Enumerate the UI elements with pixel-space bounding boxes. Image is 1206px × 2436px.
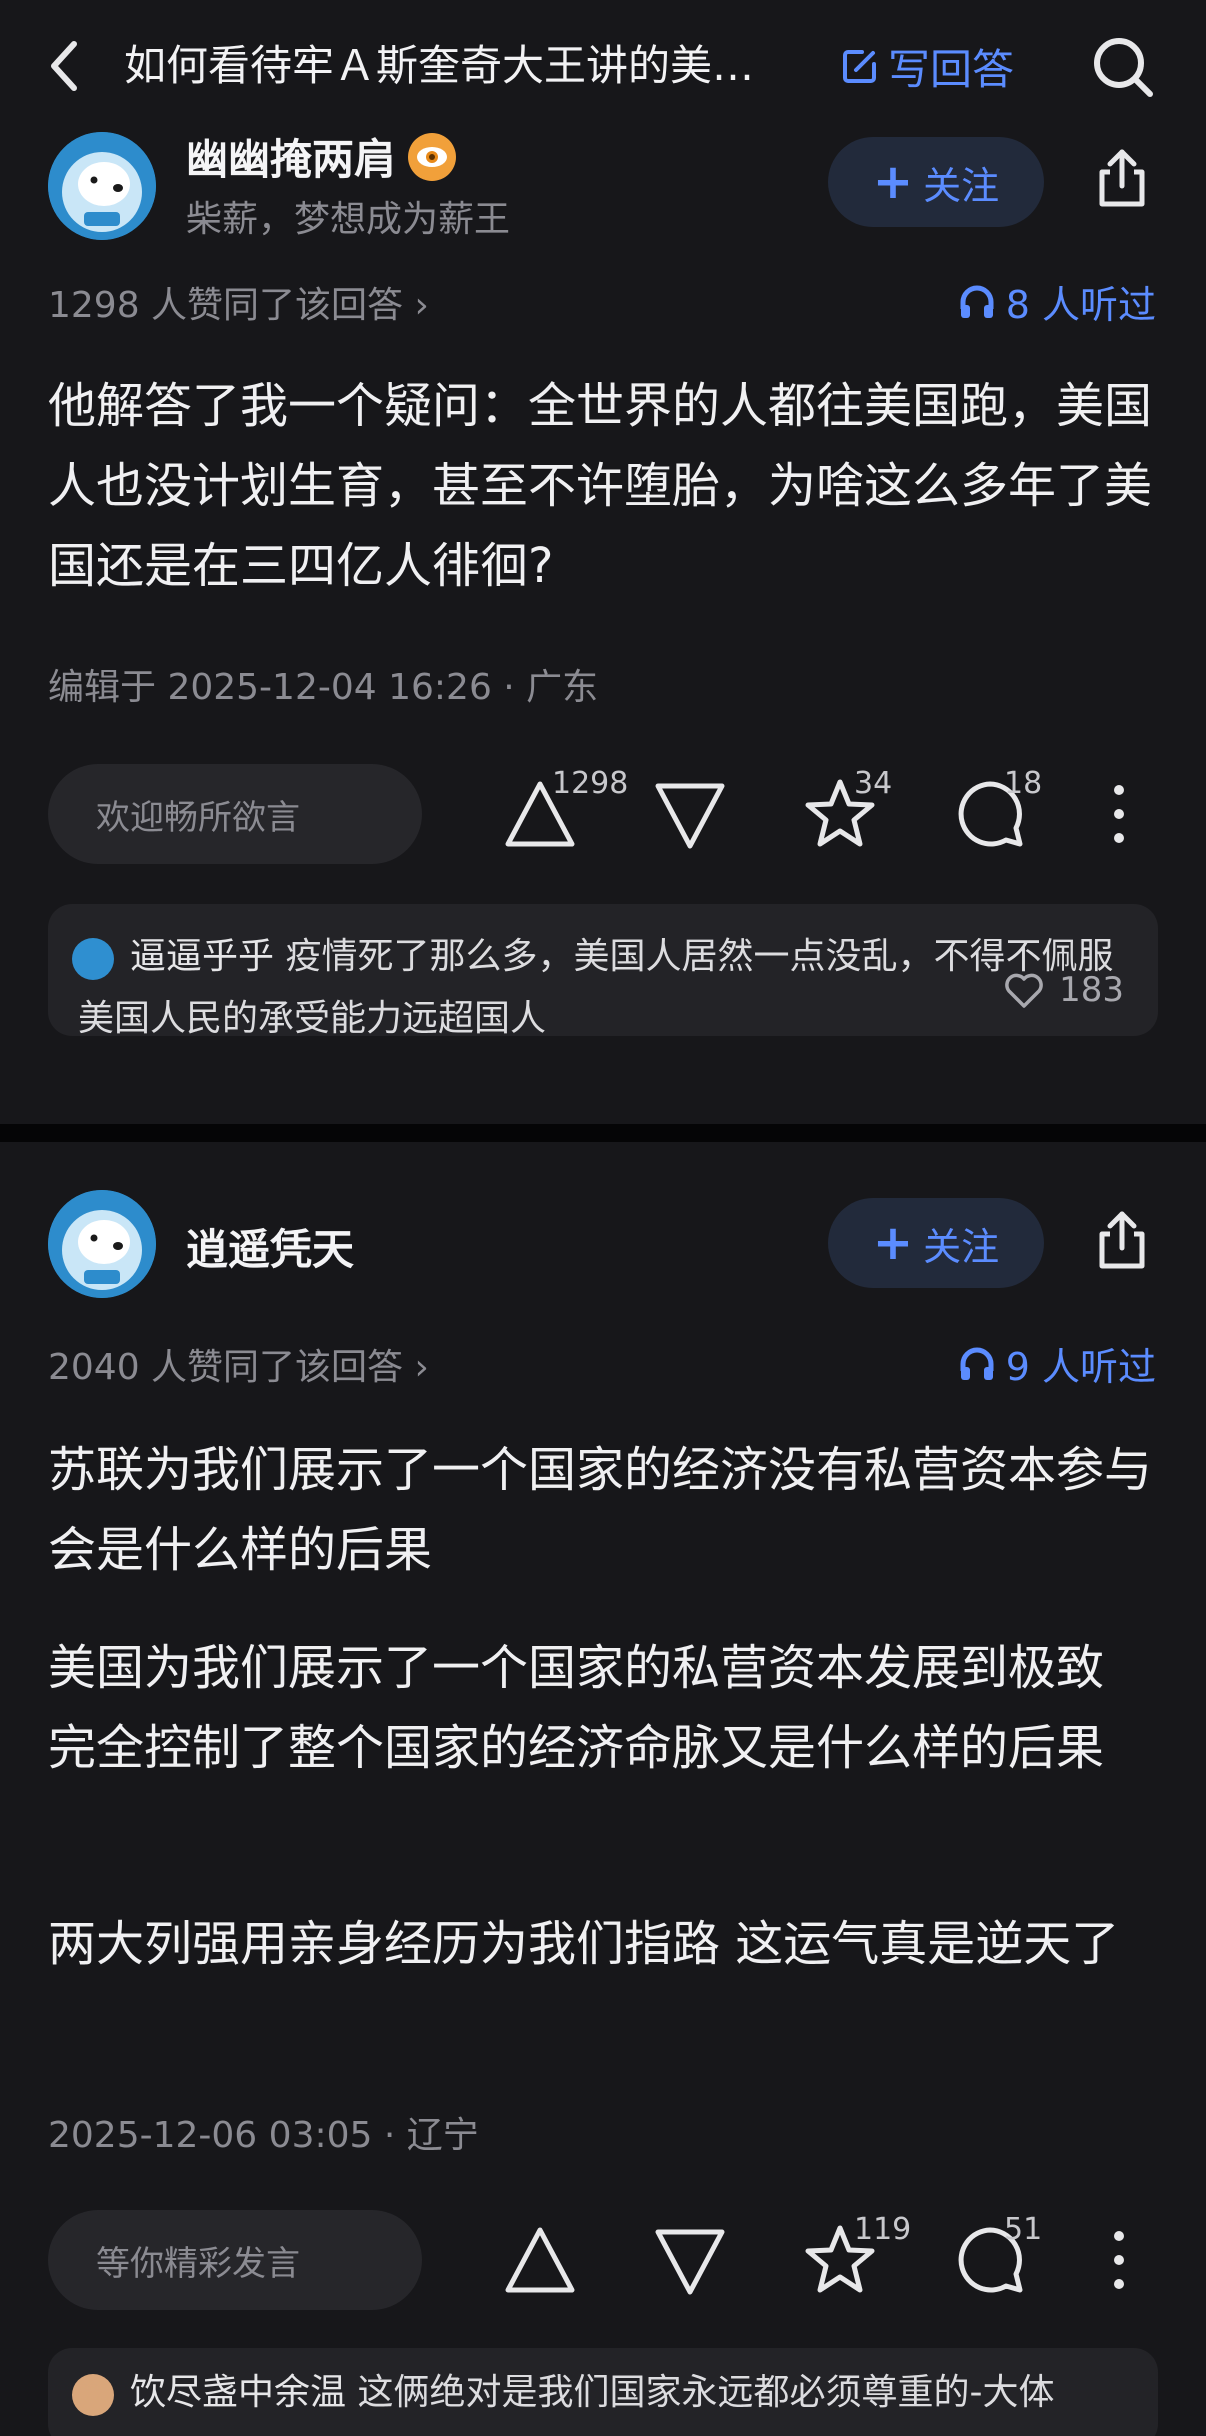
comment-input[interactable]: 等你精彩发言 <box>48 2210 422 2310</box>
headphones-icon <box>960 1347 994 1380</box>
comment-count: 18 <box>1004 766 1043 801</box>
listen-label: 9 人听过 <box>1005 1345 1156 1389</box>
eye-badge-icon <box>408 132 457 181</box>
author-bio: 柴薪，梦想成为薪王 <box>186 199 511 240</box>
answer-paragraph: 苏联为我们展示了一个国家的经济没有私营资本参与会是什么样的后果 <box>48 1442 1153 1578</box>
follow-label: 关注 <box>923 1224 1000 1269</box>
upvote-count: 1298 <box>552 766 629 801</box>
answer-card: 逍遥凭天 + 关注 2040 人赞同了该回答 › 9 人听过 苏联为我们展示了一… <box>0 1142 1206 2436</box>
share-icon[interactable] <box>1090 1208 1154 1272</box>
answer-card: 幽幽掩两肩 柴薪，梦想成为薪王 + 关注 1298 人赞同了该回答 › 8 人听… <box>0 0 1206 1124</box>
listen-count[interactable]: 9 人听过 <box>958 1336 1156 1391</box>
more-vertical-icon[interactable] <box>1104 2220 1134 2300</box>
plus-icon: + <box>872 1215 914 1271</box>
share-icon[interactable] <box>1090 146 1154 210</box>
comment-user: 饮尽盏中余温 <box>130 2372 347 2413</box>
comment-like-count: 183 <box>1059 970 1124 1010</box>
listen-label: 8 人听过 <box>1005 283 1156 327</box>
divider <box>0 1124 1206 1142</box>
comment-user: 逼逼乎乎 <box>130 936 275 977</box>
comment-body: 这俩绝对是我们国家永远都必须尊重的-大体 <box>357 2372 1055 2413</box>
avatar[interactable] <box>48 132 156 240</box>
comment-like[interactable]: 183 <box>1003 970 1124 1010</box>
hot-comment[interactable]: 饮尽盏中余温 这俩绝对是我们国家永远都必须尊重的-大体 <box>48 2348 1158 2436</box>
avatar[interactable] <box>48 1190 156 1298</box>
follow-label: 关注 <box>923 163 1000 208</box>
answer-meta: 2025-12-06 03:05 · 辽宁 <box>48 2115 479 2156</box>
triangle-down-icon[interactable] <box>650 774 730 854</box>
comment-count: 51 <box>1004 2212 1043 2247</box>
headphones-icon <box>960 285 994 318</box>
comment-input[interactable]: 欢迎畅所欲言 <box>48 764 422 864</box>
star-count: 119 <box>854 2212 912 2247</box>
answer-paragraph: 他解答了我一个疑问：全世界的人都往美国跑，美国人也没计划生育，甚至不许堕胎，为啥… <box>48 378 1153 594</box>
author-name[interactable]: 幽幽掩两肩 <box>186 126 457 187</box>
follow-button[interactable]: + 关注 <box>828 137 1044 227</box>
plus-icon: + <box>872 154 914 210</box>
author-name[interactable]: 逍遥凭天 <box>186 1216 354 1277</box>
likes-line[interactable]: 1298 人赞同了该回答 › <box>48 276 429 328</box>
triangle-down-icon[interactable] <box>650 2220 730 2300</box>
likes-line[interactable]: 2040 人赞同了该回答 › <box>48 1338 429 1390</box>
star-count: 34 <box>854 766 893 801</box>
answer-paragraph: 美国为我们展示了一个国家的私营资本发展到极致 完全控制了整个国家的经济命脉又是什… <box>48 1640 1105 1776</box>
triangle-up-icon[interactable] <box>500 2220 580 2300</box>
listen-count[interactable]: 8 人听过 <box>958 274 1156 329</box>
hot-comment-text: 逼逼乎乎 疫情死了那么多，美国人居然一点没乱，不得不佩服美国人民的承受能力远超国… <box>78 926 1138 1050</box>
answer-paragraph: 两大列强用亲身经历为我们指路 这运气真是逆天了 <box>48 1916 1120 1972</box>
heart-icon <box>1005 973 1043 1008</box>
more-vertical-icon[interactable] <box>1104 774 1134 854</box>
answer-meta: 编辑于 2025-12-04 16:26 · 广东 <box>48 667 599 708</box>
hot-comment[interactable]: 逼逼乎乎 疫情死了那么多，美国人居然一点没乱，不得不佩服美国人民的承受能力远超国… <box>48 904 1158 1039</box>
follow-button[interactable]: + 关注 <box>828 1198 1044 1288</box>
hot-comment-text: 饮尽盏中余温 这俩绝对是我们国家永远都必须尊重的-大体 <box>78 2362 1138 2424</box>
